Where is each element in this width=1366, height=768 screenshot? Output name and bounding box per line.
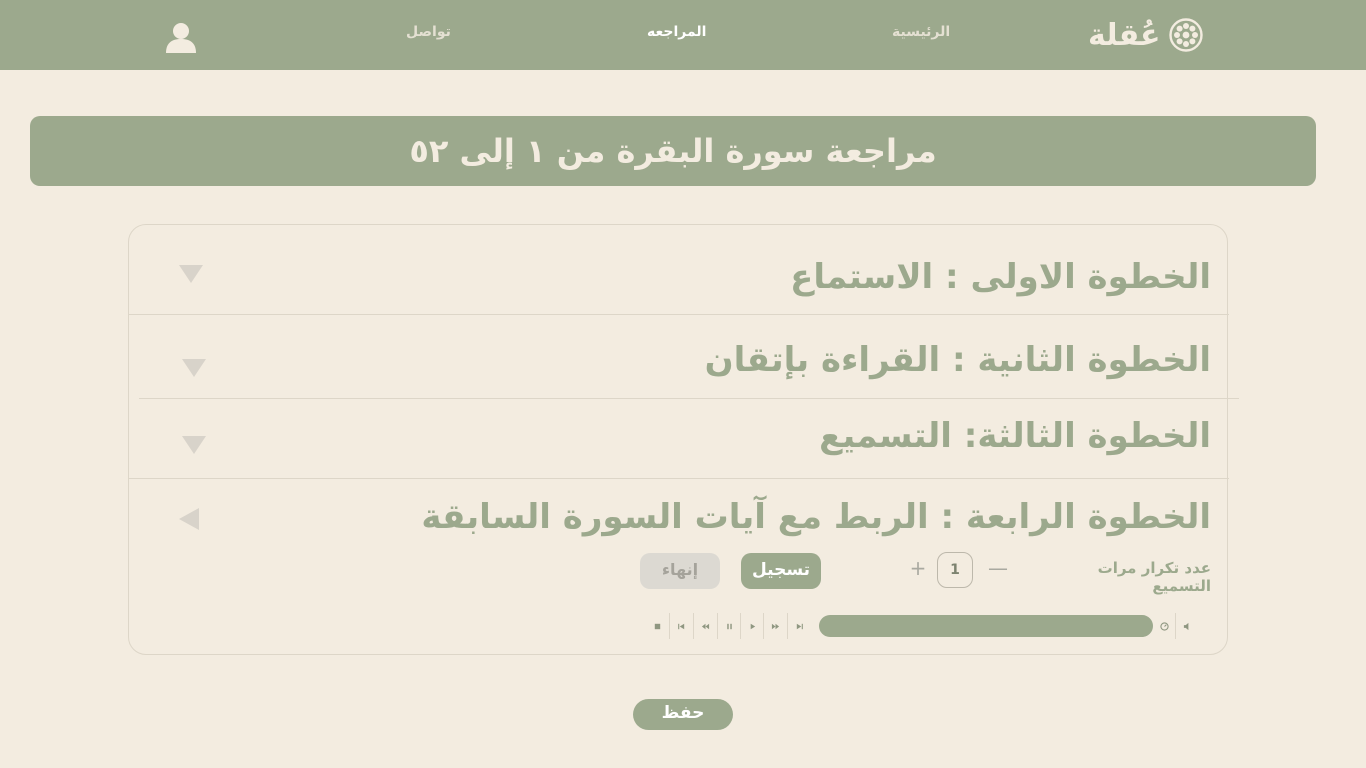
finish-button[interactable]: إنهاء: [640, 553, 720, 589]
decrement-button[interactable]: —: [985, 555, 1011, 581]
stop-icon[interactable]: [646, 615, 668, 637]
step-divider: [129, 314, 1229, 315]
brand-name: عُقلة: [1088, 17, 1161, 53]
volume-icon[interactable]: [1176, 615, 1198, 637]
player-separator: [740, 613, 741, 639]
play-icon[interactable]: [741, 615, 763, 637]
player-separator: [787, 613, 788, 639]
chevron-left-icon[interactable]: [179, 508, 199, 530]
player-separator: [669, 613, 670, 639]
page-title-banner: مراجعة سورة البقرة من ١ إلى ٥٢: [30, 116, 1316, 186]
player-separator: [1175, 613, 1176, 639]
step-divider: [129, 478, 1229, 479]
nav-contact[interactable]: تواصل: [406, 24, 451, 40]
skip-previous-icon[interactable]: [670, 615, 692, 637]
repeat-count-input[interactable]: 1: [937, 552, 973, 588]
steps-card: الخطوة الاولى : الاستماع الخطوة الثانية …: [128, 224, 1239, 655]
increment-button[interactable]: +: [905, 555, 931, 581]
step-2-title[interactable]: الخطوة الثانية : القراءة بإتقان: [705, 340, 1211, 380]
nav-home[interactable]: الرئيسية: [892, 24, 950, 40]
step-3-title[interactable]: الخطوة الثالثة: التسميع: [819, 416, 1211, 456]
chevron-down-icon[interactable]: [179, 265, 203, 283]
step-divider: [139, 398, 1239, 399]
skip-next-icon[interactable]: [788, 615, 810, 637]
page-title: مراجعة سورة البقرة من ١ إلى ٥٢: [409, 132, 937, 170]
speed-icon[interactable]: [1153, 615, 1175, 637]
player-separator: [693, 613, 694, 639]
record-button[interactable]: تسجيل: [741, 553, 821, 589]
chevron-down-icon[interactable]: [182, 359, 206, 377]
flower-logo-icon: [1168, 18, 1203, 52]
pause-icon[interactable]: [718, 615, 740, 637]
audio-progress-bar[interactable]: [819, 615, 1153, 637]
rewind-icon[interactable]: [694, 615, 716, 637]
repeat-count-label: عدد تكرار مرات التسميع: [1097, 559, 1211, 595]
player-separator: [763, 613, 764, 639]
top-navbar: عُقلة الرئيسية المراجعه تواصل: [0, 0, 1366, 70]
fast-forward-icon[interactable]: [764, 615, 786, 637]
player-separator: [717, 613, 718, 639]
user-avatar-icon[interactable]: [164, 20, 198, 54]
save-button[interactable]: حفظ: [633, 699, 733, 730]
nav-review[interactable]: المراجعه: [647, 24, 706, 40]
brand-logo[interactable]: عُقلة: [1088, 12, 1203, 58]
step-1-title[interactable]: الخطوة الاولى : الاستماع: [790, 257, 1211, 297]
step-4-title[interactable]: الخطوة الرابعة : الربط مع آيات السورة ال…: [421, 497, 1211, 537]
chevron-down-icon[interactable]: [182, 436, 206, 454]
